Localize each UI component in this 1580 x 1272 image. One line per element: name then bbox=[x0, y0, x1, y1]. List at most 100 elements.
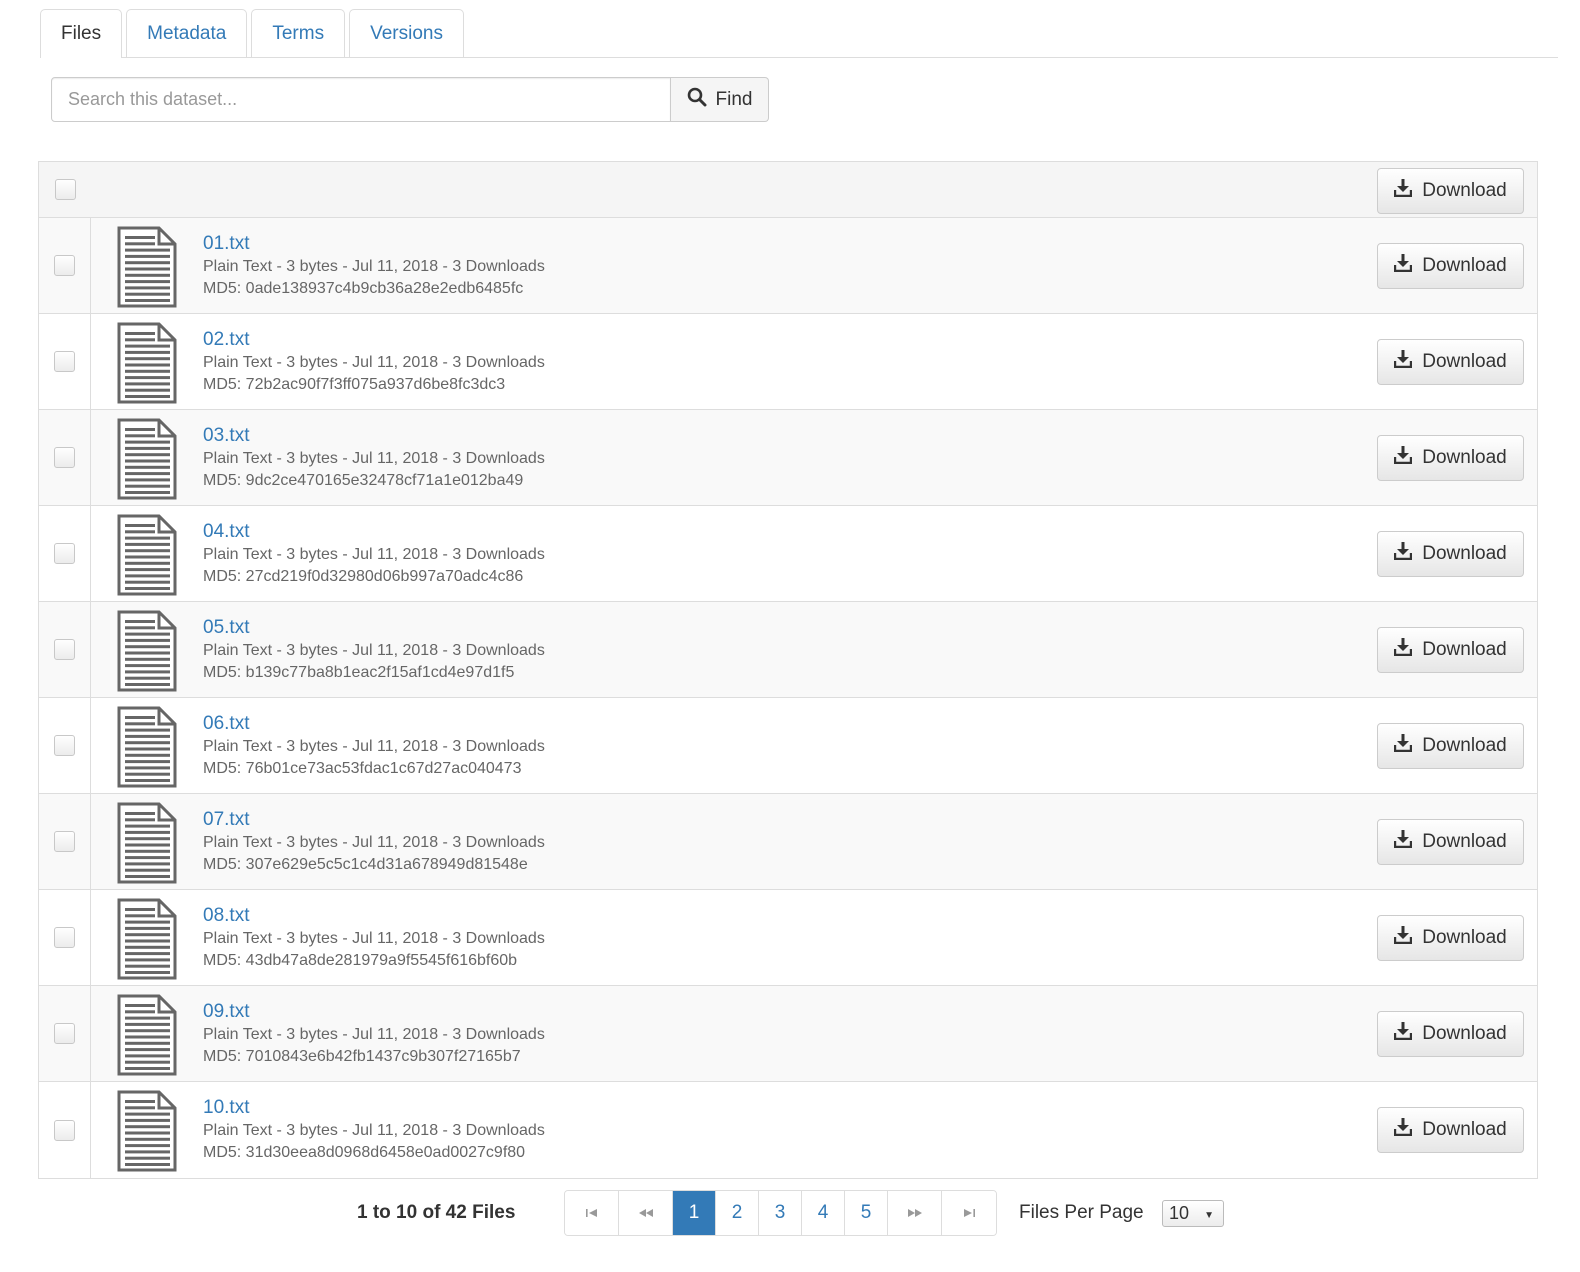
page-2-button[interactable]: 2 bbox=[716, 1191, 759, 1235]
download-selected-button[interactable]: Download bbox=[1377, 168, 1524, 214]
download-button-label: Download bbox=[1422, 350, 1507, 372]
file-info: 02.txt Plain Text - 3 bytes - Jul 11, 201… bbox=[203, 329, 545, 396]
download-button[interactable]: Download bbox=[1377, 242, 1524, 289]
row-checkbox[interactable] bbox=[54, 351, 75, 372]
file-row: 05.txt Plain Text - 3 bytes - Jul 11, 201… bbox=[39, 602, 1537, 698]
tab-terms[interactable]: Terms bbox=[251, 9, 346, 57]
select-all-checkbox[interactable] bbox=[54, 179, 76, 200]
file-count: 1 to 10 of 42 Files bbox=[357, 1202, 516, 1223]
text-file-icon bbox=[117, 994, 177, 1076]
download-icon bbox=[1394, 733, 1413, 758]
file-name-link[interactable]: 06.txt bbox=[203, 713, 545, 735]
file-md5: MD5: 7010843e6b42fb1437c9b307f27165b7 bbox=[203, 1048, 521, 1065]
pager: 1 2 3 4 5 bbox=[564, 1190, 997, 1236]
download-button-label: Download bbox=[1422, 446, 1507, 468]
row-checkbox[interactable] bbox=[54, 255, 75, 276]
file-name-link[interactable]: 05.txt bbox=[203, 617, 545, 639]
download-button[interactable]: Download bbox=[1377, 338, 1524, 385]
file-name-link[interactable]: 07.txt bbox=[203, 809, 545, 831]
text-file-icon bbox=[117, 322, 177, 404]
row-checkbox[interactable] bbox=[54, 639, 75, 660]
file-name-link[interactable]: 04.txt bbox=[203, 521, 545, 543]
download-icon bbox=[1394, 925, 1413, 950]
row-select-cell bbox=[39, 506, 91, 601]
page-1-button[interactable]: 1 bbox=[673, 1191, 716, 1235]
row-checkbox[interactable] bbox=[54, 543, 75, 564]
file-name-link[interactable]: 01.txt bbox=[203, 233, 545, 255]
row-select-cell bbox=[39, 602, 91, 697]
file-info: 07.txt Plain Text - 3 bytes - Jul 11, 201… bbox=[203, 809, 545, 876]
file-md5: MD5: 43db47a8de281979a9f5545f616bf60b bbox=[203, 952, 518, 969]
row-select-cell bbox=[39, 314, 91, 409]
row-checkbox[interactable] bbox=[54, 735, 75, 756]
download-button[interactable]: Download bbox=[1377, 1010, 1524, 1057]
download-button[interactable]: Download bbox=[1377, 434, 1524, 481]
download-button-label: Download bbox=[1422, 926, 1507, 948]
file-info: 10.txt Plain Text - 3 bytes - Jul 11, 201… bbox=[203, 1097, 545, 1164]
row-checkbox[interactable] bbox=[54, 831, 75, 852]
file-meta: Plain Text - 3 bytes - Jul 11, 2018 - 3 … bbox=[203, 450, 545, 467]
file-info: 03.txt Plain Text - 3 bytes - Jul 11, 201… bbox=[203, 425, 545, 492]
file-info: 09.txt Plain Text - 3 bytes - Jul 11, 201… bbox=[203, 1001, 545, 1068]
page-4-button[interactable]: 4 bbox=[802, 1191, 845, 1235]
download-selected-label: Download bbox=[1422, 180, 1507, 201]
row-select-cell bbox=[39, 698, 91, 793]
download-button-label: Download bbox=[1422, 830, 1507, 852]
download-button-label: Download bbox=[1422, 1119, 1507, 1140]
row-checkbox[interactable] bbox=[54, 447, 75, 468]
prev-page-button[interactable] bbox=[619, 1191, 673, 1235]
page-5-button[interactable]: 5 bbox=[845, 1191, 888, 1235]
search-input[interactable] bbox=[51, 77, 671, 122]
file-md5: MD5: 76b01ce73ac53fdac1c67d27ac040473 bbox=[203, 760, 522, 777]
download-icon bbox=[1394, 179, 1413, 203]
file-name-link[interactable]: 10.txt bbox=[203, 1097, 545, 1119]
files-per-page-select[interactable]: 10 ▼ bbox=[1162, 1200, 1224, 1227]
file-md5: MD5: 27cd219f0d32980d06b997a70adc4c86 bbox=[203, 568, 524, 585]
download-button[interactable]: Download bbox=[1377, 530, 1524, 577]
file-name-link[interactable]: 09.txt bbox=[203, 1001, 545, 1023]
find-button[interactable]: Find bbox=[671, 77, 769, 122]
download-button-label: Download bbox=[1422, 254, 1507, 276]
prev-page-icon bbox=[638, 1206, 654, 1221]
file-name-link[interactable]: 03.txt bbox=[203, 425, 545, 447]
row-checkbox[interactable] bbox=[54, 1023, 75, 1044]
download-button[interactable]: Download bbox=[1377, 818, 1524, 865]
file-meta: Plain Text - 3 bytes - Jul 11, 2018 - 3 … bbox=[203, 834, 545, 851]
file-name-link[interactable]: 02.txt bbox=[203, 329, 545, 351]
first-page-button[interactable] bbox=[565, 1191, 619, 1235]
dataset-search: Find bbox=[51, 77, 769, 122]
file-row: 03.txt Plain Text - 3 bytes - Jul 11, 201… bbox=[39, 410, 1537, 506]
file-md5: MD5: 307e629e5c5c1c4d31a678949d81548e bbox=[203, 856, 528, 873]
download-button-label: Download bbox=[1422, 638, 1507, 660]
row-checkbox[interactable] bbox=[54, 1119, 75, 1141]
text-file-icon bbox=[117, 1090, 177, 1172]
download-button[interactable]: Download bbox=[1377, 914, 1524, 961]
download-icon bbox=[1394, 637, 1413, 662]
next-page-button[interactable] bbox=[888, 1191, 942, 1235]
page-3-button[interactable]: 3 bbox=[759, 1191, 802, 1235]
file-md5: MD5: 72b2ac90f7f3ff075a937d6be8fc3dc3 bbox=[203, 376, 506, 393]
file-meta: Plain Text - 3 bytes - Jul 11, 2018 - 3 … bbox=[203, 738, 545, 755]
download-button[interactable]: Download bbox=[1377, 1107, 1524, 1153]
download-icon bbox=[1394, 1021, 1413, 1046]
download-button[interactable]: Download bbox=[1377, 626, 1524, 673]
text-file-icon bbox=[117, 610, 177, 692]
download-button[interactable]: Download bbox=[1377, 722, 1524, 769]
tab-metadata[interactable]: Metadata bbox=[126, 9, 248, 57]
file-info: 05.txt Plain Text - 3 bytes - Jul 11, 201… bbox=[203, 617, 545, 684]
row-select-cell bbox=[39, 410, 91, 505]
tab-files[interactable]: Files bbox=[40, 9, 123, 58]
file-name-link[interactable]: 08.txt bbox=[203, 905, 545, 927]
download-icon bbox=[1394, 445, 1413, 470]
next-page-icon bbox=[907, 1206, 923, 1221]
row-checkbox[interactable] bbox=[54, 927, 75, 948]
text-file-icon bbox=[117, 226, 177, 308]
find-button-label: Find bbox=[715, 88, 753, 110]
tab-versions[interactable]: Versions bbox=[349, 9, 464, 57]
first-page-icon bbox=[585, 1206, 599, 1221]
file-row: 07.txt Plain Text - 3 bytes - Jul 11, 201… bbox=[39, 794, 1537, 890]
file-row: 01.txt Plain Text - 3 bytes - Jul 11, 201… bbox=[39, 218, 1537, 314]
row-select-cell bbox=[39, 890, 91, 985]
dataset-files-page: Files Metadata Terms Versions Find bbox=[0, 0, 1580, 1272]
last-page-button[interactable] bbox=[942, 1191, 996, 1235]
